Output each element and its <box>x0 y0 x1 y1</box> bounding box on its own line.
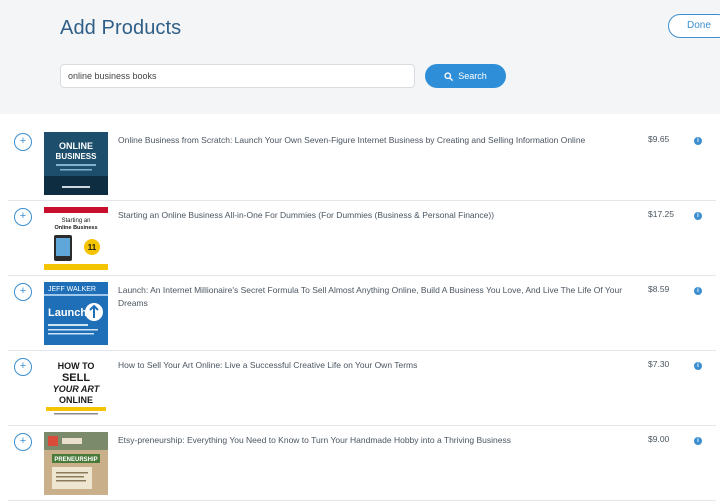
book-cover-image: JEFF WALKER Launch <box>44 282 108 345</box>
cover-text: Starting an <box>61 218 90 224</box>
book-cover-image: HOW TO SELL YOUR ART ONLINE <box>44 357 108 420</box>
cover-text: ONLINE <box>59 141 93 151</box>
book-cover-image: PRENEURSHIP <box>44 432 108 495</box>
info-icon[interactable]: i <box>694 212 702 220</box>
product-title[interactable]: Online Business from Scratch: Launch You… <box>118 134 638 147</box>
page-header: Add Products Done Search <box>0 0 720 114</box>
cover-text: PRENEURSHIP <box>54 457 97 463</box>
product-price: $9.00 <box>648 434 670 444</box>
book-cover-image: ONLINE BUSINESS <box>44 132 108 195</box>
cover-text: BUSINESS <box>56 152 98 161</box>
cover-text: YOUR ART <box>53 384 101 394</box>
add-product-button[interactable]: + <box>14 133 32 151</box>
book-cover-image: Starting an Online Business 11 <box>44 207 108 270</box>
product-price: $8.59 <box>648 284 670 294</box>
info-icon[interactable]: i <box>694 437 702 445</box>
list-item: + ONLINE BUSINESS Online Business from S… <box>8 126 716 201</box>
search-icon <box>444 71 454 81</box>
product-price: $9.65 <box>648 134 670 144</box>
cover-text: SELL <box>62 372 90 384</box>
svg-text:11: 11 <box>88 243 97 252</box>
search-input[interactable] <box>60 64 415 88</box>
product-price: $7.30 <box>648 359 670 369</box>
cover-text: Online Business <box>54 225 97 231</box>
info-icon[interactable]: i <box>694 137 702 145</box>
add-product-button[interactable]: + <box>14 283 32 301</box>
cover-text: Launch <box>48 307 87 319</box>
product-price: $17.25 <box>648 209 674 219</box>
done-button[interactable]: Done <box>668 14 720 38</box>
info-icon[interactable]: i <box>694 287 702 295</box>
search-button-label: Search <box>458 71 487 81</box>
product-title[interactable]: Starting an Online Business All-in-One F… <box>118 209 638 222</box>
info-icon[interactable]: i <box>694 362 702 370</box>
page-title: Add Products <box>60 17 182 39</box>
list-item: + PRENEURSHIP Etsy-preneurship: Everythi… <box>8 426 716 501</box>
product-title[interactable]: Launch: An Internet Millionaire's Secret… <box>118 284 638 309</box>
cover-text: JEFF WALKER <box>48 286 96 293</box>
search-button[interactable]: Search <box>425 64 506 88</box>
add-product-button[interactable]: + <box>14 358 32 376</box>
list-item: + JEFF WALKER Launch Launch: An Internet… <box>8 276 716 351</box>
list-item: + Starting an Online Business 11 Startin… <box>8 201 716 276</box>
product-list: + ONLINE BUSINESS Online Business from S… <box>0 126 720 501</box>
list-item: + HOW TO SELL YOUR ART ONLINE How to Sel… <box>8 351 716 426</box>
add-product-button[interactable]: + <box>14 433 32 451</box>
product-title[interactable]: Etsy-preneurship: Everything You Need to… <box>118 434 638 447</box>
product-title[interactable]: How to Sell Your Art Online: Live a Succ… <box>118 359 638 372</box>
cover-text: HOW TO <box>58 361 95 371</box>
add-product-button[interactable]: + <box>14 208 32 226</box>
cover-text: ONLINE <box>59 395 93 405</box>
